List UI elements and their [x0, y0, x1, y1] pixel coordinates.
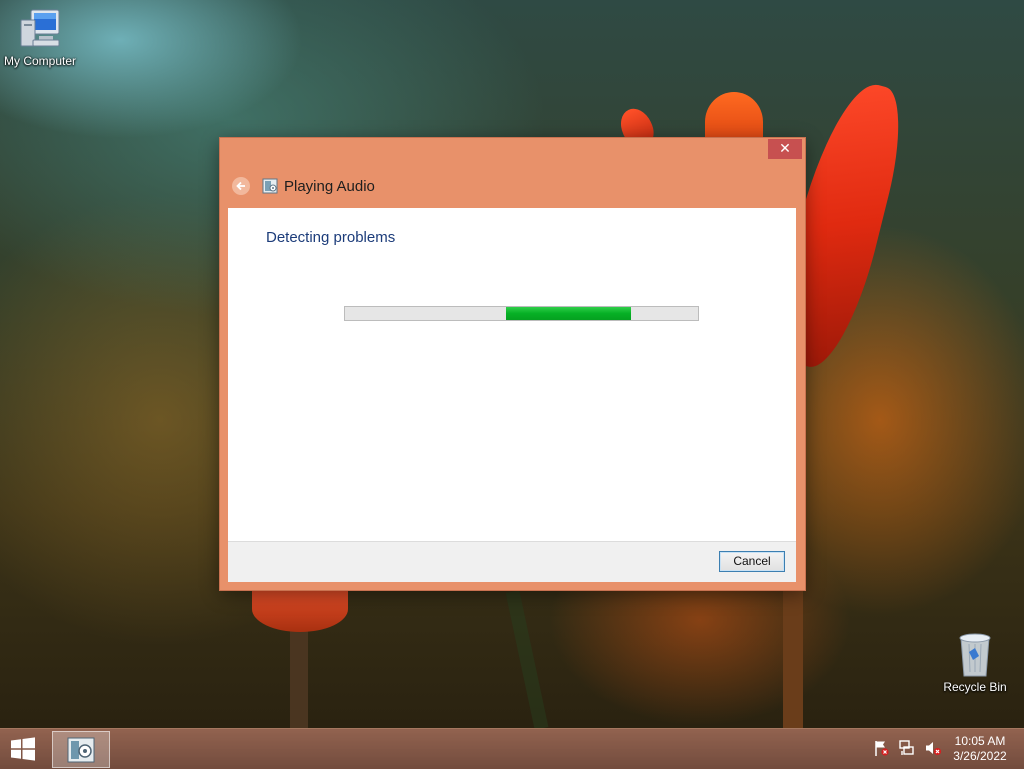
- status-heading: Detecting problems: [266, 229, 396, 246]
- close-button[interactable]: ✕: [768, 139, 802, 159]
- start-button[interactable]: [10, 737, 36, 761]
- wallpaper-petal: [252, 586, 348, 632]
- back-button[interactable]: [232, 177, 250, 195]
- troubleshooter-icon: [67, 737, 95, 762]
- desktop-icon-label: My Computer: [3, 54, 77, 68]
- clock-date: 3/26/2022: [953, 749, 1007, 763]
- desktop-icon-my-computer[interactable]: My Computer: [0, 8, 80, 68]
- wallpaper-stem: [505, 590, 549, 728]
- clock[interactable]: 10:05 AM 3/26/2022: [940, 734, 1020, 764]
- progress-fill: [506, 307, 631, 320]
- cancel-button[interactable]: Cancel: [719, 551, 785, 572]
- dialog-footer: Cancel: [228, 541, 796, 582]
- desktop: My Computer Recycle Bin ✕ Playing Audio …: [0, 0, 1024, 728]
- taskbar-app-troubleshooter[interactable]: [52, 731, 110, 768]
- system-tray: [872, 739, 942, 757]
- desktop-icon-recycle-bin[interactable]: Recycle Bin: [935, 630, 1015, 694]
- computer-icon: [20, 9, 60, 47]
- clock-time: 10:05 AM: [954, 734, 1006, 748]
- desktop-icon-label: Recycle Bin: [943, 680, 1007, 694]
- progress-bar: [344, 306, 699, 321]
- windows-logo-icon: [11, 737, 35, 761]
- dialog-title-bar: Playing Audio: [232, 176, 375, 196]
- troubleshooter-dialog: ✕ Playing Audio Detecting problems Cance…: [220, 138, 805, 590]
- dialog-content: Detecting problems: [228, 208, 796, 541]
- taskbar: 10:05 AM 3/26/2022: [0, 728, 1024, 769]
- wallpaper-stem: [290, 628, 308, 728]
- wallpaper-stem: [783, 588, 803, 728]
- troubleshooter-icon: [262, 178, 278, 194]
- action-center-flag-icon[interactable]: [872, 739, 890, 757]
- dialog-title: Playing Audio: [284, 177, 375, 195]
- recycle-bin-icon: [959, 633, 991, 677]
- network-icon[interactable]: [898, 739, 916, 757]
- back-arrow-icon: [236, 181, 245, 191]
